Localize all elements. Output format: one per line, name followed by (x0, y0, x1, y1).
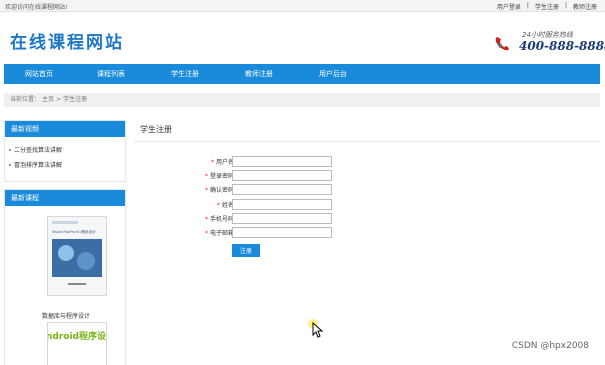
mouse-cursor-icon (312, 322, 324, 338)
login-link[interactable]: 用户登录 (497, 2, 521, 11)
form-row-password: * 登录密码 (134, 170, 434, 182)
video-link[interactable]: 二分查找算法讲解 (14, 145, 62, 154)
phone-field[interactable] (232, 213, 332, 224)
name-field[interactable] (232, 199, 332, 210)
course-cover[interactable]: Android程序设计 (39, 322, 115, 365)
nav-item-courses[interactable]: 课程列表 (74, 64, 148, 84)
latest-courses-title: 最新课程 (5, 190, 125, 206)
breadcrumb-separator: > (56, 96, 62, 103)
nav-item-home[interactable]: 网站首页 (4, 64, 74, 84)
confirm-password-field[interactable] (232, 184, 332, 195)
form-row-confirm-password: * 确认密码 (134, 184, 434, 196)
field-label: * 登录密码 (204, 173, 234, 180)
top-links: 用户登录 | 学生注册 | 教师注册 (497, 2, 597, 11)
welcome-text: 欢迎访问在线课程网站! (5, 4, 68, 11)
top-bar: 欢迎访问在线课程网站! 用户登录 | 学生注册 | 教师注册 (0, 0, 605, 12)
field-label: * 确认密码 (204, 187, 234, 194)
nav-item-user-admin[interactable]: 用户后台 (296, 64, 370, 84)
main-nav: 网站首页 课程列表 学生注册 教师注册 用户后台 (4, 64, 600, 84)
form-row-email: * 电子邮箱 (134, 227, 434, 239)
breadcrumb-current: 学生注册 (63, 96, 88, 103)
course-caption[interactable]: 数据库与程序设计 (5, 311, 127, 320)
latest-videos-title: 最新视频 (5, 121, 125, 137)
site-header: 在线课程网站 24小时服务热线 400-888-8888 (0, 12, 605, 64)
hotline: 24小时服务热线 400-888-8888 (494, 28, 605, 58)
nav-item-teacher-register[interactable]: 教师注册 (222, 64, 296, 84)
separator: | (526, 2, 529, 9)
video-list-item[interactable]: 冒泡排序算法讲解 (9, 160, 121, 169)
form-row-username: * 用户名 (134, 156, 434, 168)
teacher-register-link[interactable]: 教师注册 (573, 2, 597, 11)
breadcrumb-home-link[interactable]: 主页 (42, 93, 54, 107)
page-title: 学生注册 (134, 120, 600, 142)
course-cover-image: Visual FoxPro 6.0程序设计 (48, 217, 106, 295)
register-button[interactable]: 注册 (232, 244, 260, 257)
student-register-link[interactable]: 学生注册 (535, 2, 559, 11)
watermark: CSDN @hpx2008 (511, 341, 589, 351)
bullet-icon (9, 148, 11, 151)
video-list-item[interactable]: 二分查找算法讲解 (9, 145, 121, 154)
nav-item-student-register[interactable]: 学生注册 (148, 64, 222, 84)
form-row-phone: * 手机号码 (134, 213, 434, 225)
video-link[interactable]: 冒泡排序算法讲解 (14, 160, 62, 169)
bullet-icon (9, 163, 11, 166)
email-field[interactable] (232, 227, 332, 238)
field-label: * 用户名 (210, 159, 234, 166)
username-field[interactable] (232, 156, 332, 167)
field-label: * 手机号码 (204, 216, 234, 223)
course-cover-image: Android程序设计 (39, 323, 115, 365)
form-row-name: * 姓名 (134, 199, 434, 211)
latest-videos-box: 最新视频 二分查找算法讲解 冒泡排序算法讲解 (4, 120, 126, 182)
hotline-number: 400-888-8888 (519, 39, 605, 53)
course-cover[interactable]: Visual FoxPro 6.0程序设计 (47, 216, 107, 296)
separator: | (564, 2, 567, 9)
field-label: * 电子邮箱 (204, 230, 234, 237)
phone-icon (495, 37, 509, 51)
svg-text:Visual FoxPro 6.0程序设计: Visual FoxPro 6.0程序设计 (52, 229, 96, 234)
password-field[interactable] (232, 170, 332, 181)
breadcrumb-prefix: 当前位置： (10, 96, 41, 103)
sidebar: 最新视频 二分查找算法讲解 冒泡排序算法讲解 (4, 120, 126, 182)
main-content: 学生注册 * 用户名 * 登录密码 * 确认密码 * 姓名 * 手机号码 * 电子邮箱 注册 (134, 120, 600, 257)
breadcrumb: 当前位置： 主页 > 学生注册 (4, 93, 600, 107)
latest-courses-box: 最新课程 Visual FoxPro 6.0程序设计 数据库与程序设计 Andr… (4, 189, 126, 365)
svg-text:Android程序设计: Android程序设计 (48, 330, 106, 342)
site-logo[interactable]: 在线课程网站 (10, 28, 124, 53)
